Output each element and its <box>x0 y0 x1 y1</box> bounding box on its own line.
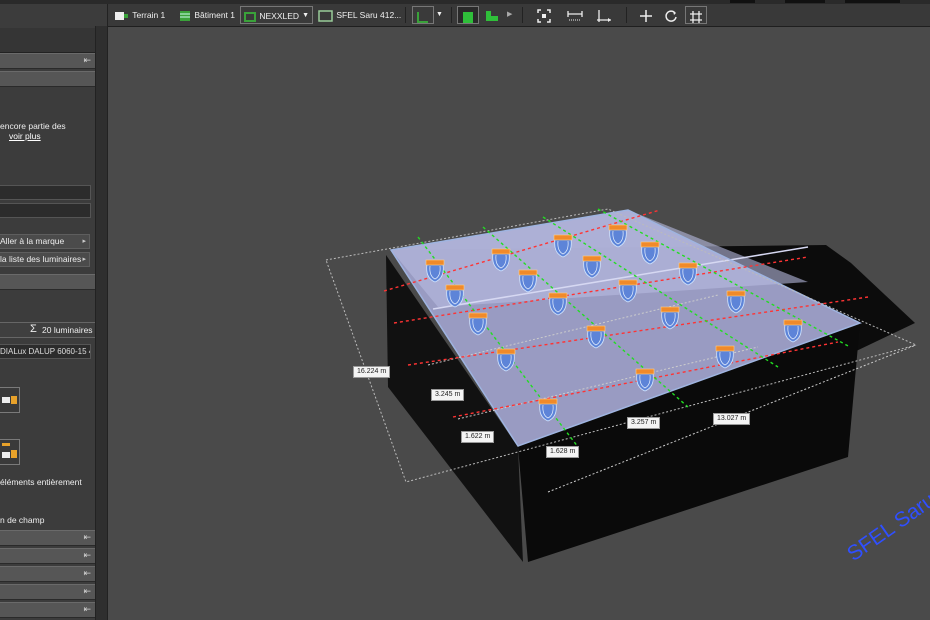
dimension-label: 16.224 m <box>353 366 391 378</box>
arrow-right-icon: ▸ <box>82 238 86 245</box>
panel-section-header[interactable] <box>0 71 95 87</box>
panel-scrollbar[interactable] <box>95 26 107 620</box>
chevron-down-icon: ▼ <box>302 12 309 19</box>
dimension-label: 1.622 m <box>461 431 495 443</box>
panel-section-header[interactable]: ⇤ <box>0 584 95 600</box>
info-text: encore partie des <box>0 121 66 131</box>
pin-icon[interactable]: ⇤ <box>83 55 91 66</box>
3d-viewport[interactable]: 16.224 m 3.245 m 1.622 m 1.628 m 3.257 m… <box>108 27 930 620</box>
dimension-label: 13.027 m <box>713 413 751 425</box>
move-button[interactable] <box>638 6 656 24</box>
grid-button[interactable] <box>685 6 707 24</box>
scene-canvas[interactable] <box>108 27 930 620</box>
panel-section-header[interactable]: ⇤ <box>0 530 95 546</box>
go-to-brand-button[interactable]: Aller à la marque ▸ <box>0 234 90 249</box>
3d-view-button[interactable] <box>457 6 479 24</box>
pin-icon[interactable]: ⇤ <box>83 550 91 561</box>
option-text: n de champ <box>0 515 45 525</box>
ruler-icon <box>567 10 583 21</box>
floor-select[interactable]: NEXXLED ▼ <box>240 6 313 24</box>
luminaire-count-row: Σ 20 luminaires <box>0 322 95 338</box>
pin-icon[interactable]: ⇤ <box>83 532 91 543</box>
terrain-breadcrumb[interactable]: Terrain 1 <box>114 6 165 24</box>
plan-icon <box>318 10 333 22</box>
dimension-label: 1.628 m <box>546 446 580 458</box>
arrow-right-icon: ▸ <box>82 256 86 263</box>
room-icon <box>486 10 498 21</box>
text-field[interactable] <box>0 203 91 218</box>
luminaire-count: 20 luminaires <box>42 325 93 335</box>
move-icon <box>640 9 652 22</box>
sum-icon: Σ <box>30 323 37 335</box>
measure-button[interactable] <box>566 6 586 24</box>
zoom-fit-button[interactable] <box>536 6 554 24</box>
floor-icon <box>244 11 256 22</box>
panel-section-header[interactable]: ⇤ <box>0 548 95 564</box>
luminaire-list-button[interactable]: la liste des luminaires ▸ <box>0 252 90 267</box>
terrain-icon <box>115 11 128 20</box>
toolbar: Terrain 1 Bâtiment 1 NEXXLED ▼ SFEL Saru… <box>108 4 930 27</box>
building-breadcrumb[interactable]: Bâtiment 1 <box>178 6 235 24</box>
grid-icon <box>690 10 702 23</box>
properties-panel: ▾ ⇤ encore partie des voir plus Aller à … <box>0 4 108 620</box>
view-mode-button[interactable] <box>412 6 434 24</box>
pin-icon[interactable]: ⇤ <box>83 604 91 615</box>
pin-icon[interactable]: ⇤ <box>83 586 91 597</box>
pin-icon[interactable]: ⇤ <box>83 568 91 579</box>
option-text: éléments entièrement <box>0 477 82 487</box>
arrangement-field-icon[interactable] <box>0 439 20 465</box>
panel-section-header[interactable]: ⇤ <box>0 602 95 618</box>
panel-dropdown[interactable]: ▾ <box>0 28 107 53</box>
cube-icon <box>463 11 473 23</box>
plan-breadcrumb[interactable]: SFEL Saru 412... <box>318 6 401 24</box>
panel-section-header[interactable]: ⇤ <box>0 566 95 582</box>
view-mode-icon <box>417 11 428 23</box>
rotate-icon <box>665 10 677 22</box>
dimension-label: 3.245 m <box>431 389 465 401</box>
panel-section-header[interactable] <box>0 274 95 290</box>
chevron-down-icon[interactable]: ▼ <box>436 6 446 24</box>
chevron-right-icon[interactable]: ▶ <box>507 6 517 24</box>
dimension-button[interactable] <box>595 6 615 24</box>
zoom-fit-icon <box>537 9 551 23</box>
dimension-label: 3.257 m <box>627 417 661 429</box>
panel-section-header[interactable]: ⇤ <box>0 53 95 69</box>
luminaire-select[interactable]: DIALux DALUP 6060-15 4( <box>0 344 91 359</box>
room-view-button[interactable] <box>484 6 502 24</box>
rotate-button[interactable] <box>663 6 681 24</box>
text-field[interactable] <box>0 185 91 200</box>
info-link[interactable]: voir plus <box>9 131 41 141</box>
arrangement-icon[interactable] <box>0 387 20 413</box>
dimension-icon <box>597 9 611 22</box>
building-icon <box>180 10 190 21</box>
